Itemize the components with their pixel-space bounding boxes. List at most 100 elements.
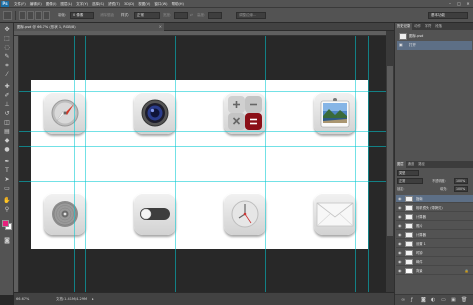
foreground-color-swatch[interactable] bbox=[2, 220, 9, 227]
mail-app-icon[interactable] bbox=[314, 193, 356, 235]
menu-image[interactable]: 图像(I) bbox=[46, 0, 57, 8]
vertical-scrollbar[interactable] bbox=[386, 31, 394, 292]
height-input[interactable] bbox=[208, 12, 222, 19]
pen-tool-icon[interactable]: ✒ bbox=[3, 158, 11, 165]
quick-select-tool-icon[interactable]: ✎ bbox=[3, 53, 11, 60]
add-selection-icon[interactable] bbox=[27, 11, 34, 20]
dodge-tool-icon[interactable]: ● bbox=[3, 146, 11, 153]
guide-line[interactable] bbox=[368, 36, 369, 292]
zoom-tool-icon[interactable]: ⚲ bbox=[3, 206, 11, 213]
layer-row[interactable]: ◉ 设置 1 bbox=[396, 240, 473, 248]
guide-line[interactable] bbox=[355, 36, 356, 292]
intersect-selection-icon[interactable] bbox=[43, 11, 50, 20]
marquee-tool-preset-icon[interactable] bbox=[3, 11, 12, 20]
document-tab[interactable]: 图标.psd @ 66.7% (形状 1, RGB/8) × bbox=[14, 23, 164, 31]
crop-tool-icon[interactable]: ⌗ bbox=[3, 62, 11, 69]
healing-brush-tool-icon[interactable]: ✚ bbox=[3, 83, 11, 90]
eraser-tool-icon[interactable]: ◫ bbox=[3, 119, 11, 126]
visibility-eye-icon[interactable]: ◉ bbox=[398, 204, 402, 212]
marquee-tool-icon[interactable]: ⬚ bbox=[3, 35, 11, 42]
menu-view[interactable]: 视图(V) bbox=[138, 0, 150, 8]
menu-3d[interactable]: 3D(D) bbox=[124, 0, 134, 8]
document-canvas[interactable] bbox=[31, 80, 368, 249]
refine-edge-button[interactable]: 调整边缘... bbox=[236, 12, 266, 19]
new-selection-icon[interactable] bbox=[19, 11, 26, 20]
compass-app-icon[interactable] bbox=[44, 92, 86, 134]
pasteboard[interactable] bbox=[19, 36, 386, 292]
document-info[interactable]: 文档:1.41M/4.29M bbox=[56, 296, 87, 302]
music-app-icon[interactable] bbox=[44, 193, 86, 235]
trash-icon[interactable]: 🗑 bbox=[461, 297, 467, 303]
history-snapshot-row[interactable]: 图标.psd bbox=[397, 32, 472, 41]
layer-kind-filter[interactable]: 类型 bbox=[397, 170, 419, 176]
layer-row[interactable]: ◉ 背景 🔒 bbox=[396, 267, 473, 275]
menu-type[interactable]: 文字(Y) bbox=[76, 0, 88, 8]
subtract-selection-icon[interactable] bbox=[35, 11, 42, 20]
layer-row[interactable]: ◉ 照片 bbox=[396, 222, 473, 230]
scrollbar-thumb[interactable] bbox=[387, 66, 393, 236]
eyedropper-tool-icon[interactable]: ⁄ bbox=[3, 71, 11, 78]
guide-line[interactable] bbox=[19, 146, 386, 147]
type-tool-icon[interactable]: T bbox=[3, 167, 11, 174]
link-layers-icon[interactable]: ∞ bbox=[401, 297, 405, 303]
opacity-input[interactable]: 100% bbox=[454, 178, 468, 184]
guide-line[interactable] bbox=[85, 36, 86, 292]
guide-line[interactable] bbox=[265, 36, 266, 292]
guide-line[interactable] bbox=[74, 36, 75, 292]
feather-input[interactable]: 0 像素 bbox=[70, 12, 94, 19]
visibility-eye-icon[interactable]: ◉ bbox=[398, 267, 402, 275]
layer-row[interactable]: ◉ 邮件 bbox=[396, 258, 473, 266]
maximize-button[interactable]: □ bbox=[456, 1, 462, 6]
clone-stamp-tool-icon[interactable]: ⊥ bbox=[3, 101, 11, 108]
quick-mask-icon[interactable]: ◙ bbox=[3, 237, 11, 244]
visibility-eye-icon[interactable]: ◉ bbox=[398, 213, 402, 221]
fill-input[interactable]: 100% bbox=[454, 186, 468, 192]
gradient-tool-icon[interactable]: ▤ bbox=[3, 128, 11, 135]
clock-app-icon[interactable] bbox=[224, 193, 266, 235]
tab-character[interactable]: 字符 bbox=[423, 23, 434, 30]
layer-row[interactable]: ◉ 指南 bbox=[396, 195, 473, 203]
new-layer-icon[interactable]: ▣ bbox=[451, 297, 456, 303]
menu-file[interactable]: 文件(F) bbox=[14, 0, 26, 8]
visibility-eye-icon[interactable]: ◉ bbox=[398, 195, 402, 203]
visibility-eye-icon[interactable]: ◉ bbox=[398, 240, 402, 248]
layer-row[interactable]: ◉ 相机镜头 (带拷贝) bbox=[396, 204, 473, 212]
group-folder-icon[interactable]: ▭ bbox=[441, 297, 446, 303]
tab-channels[interactable]: 通道 bbox=[406, 161, 417, 168]
lasso-tool-icon[interactable]: ◌ bbox=[3, 44, 11, 51]
hand-tool-icon[interactable]: ✋ bbox=[3, 197, 11, 204]
history-brush-tool-icon[interactable]: ↺ bbox=[3, 110, 11, 117]
layer-style-icon[interactable]: ƒ bbox=[411, 297, 413, 303]
antialias-checkbox[interactable]: 消除锯齿 bbox=[100, 12, 114, 19]
settings-app-icon[interactable] bbox=[134, 193, 176, 235]
status-arrow-icon[interactable]: ▸ bbox=[92, 296, 94, 302]
tab-actions[interactable]: 动作 bbox=[412, 23, 423, 30]
visibility-eye-icon[interactable]: ◉ bbox=[398, 258, 402, 266]
layer-row[interactable]: ◉ 时钟 bbox=[396, 249, 473, 257]
path-selection-tool-icon[interactable]: ➤ bbox=[3, 176, 11, 183]
move-tool-icon[interactable]: ✥ bbox=[3, 26, 11, 33]
menu-window[interactable]: 窗口(W) bbox=[154, 0, 167, 8]
close-tab-icon[interactable]: × bbox=[159, 23, 162, 31]
visibility-eye-icon[interactable]: ◉ bbox=[398, 222, 402, 230]
layer-row[interactable]: ◉ 计算器 bbox=[396, 231, 473, 239]
visibility-eye-icon[interactable]: ◉ bbox=[398, 249, 402, 257]
swap-icon[interactable]: ⇄ bbox=[190, 12, 193, 19]
brush-tool-icon[interactable]: ✐ bbox=[3, 92, 11, 99]
menu-select[interactable]: 选择(S) bbox=[92, 0, 104, 8]
guide-line[interactable] bbox=[19, 91, 386, 92]
zoom-level[interactable]: 66.67% bbox=[16, 296, 29, 302]
guide-line[interactable] bbox=[19, 181, 386, 182]
guide-line[interactable] bbox=[19, 131, 386, 132]
tab-paragraph[interactable]: 段落 bbox=[433, 23, 444, 30]
workspace-select[interactable]: 基本功能 bbox=[428, 12, 468, 19]
menu-layer[interactable]: 图层(L) bbox=[60, 0, 72, 8]
adjustment-layer-icon[interactable]: ◐ bbox=[431, 297, 435, 303]
menu-filter[interactable]: 滤镜(T) bbox=[108, 0, 120, 8]
blur-tool-icon[interactable]: ◆ bbox=[3, 137, 11, 144]
menu-help[interactable]: 帮助(H) bbox=[172, 0, 184, 8]
tab-layers[interactable]: 图层 bbox=[395, 161, 406, 168]
width-input[interactable] bbox=[174, 12, 188, 19]
tab-paths[interactable]: 路径 bbox=[416, 161, 427, 168]
menu-edit[interactable]: 编辑(E) bbox=[30, 0, 42, 8]
